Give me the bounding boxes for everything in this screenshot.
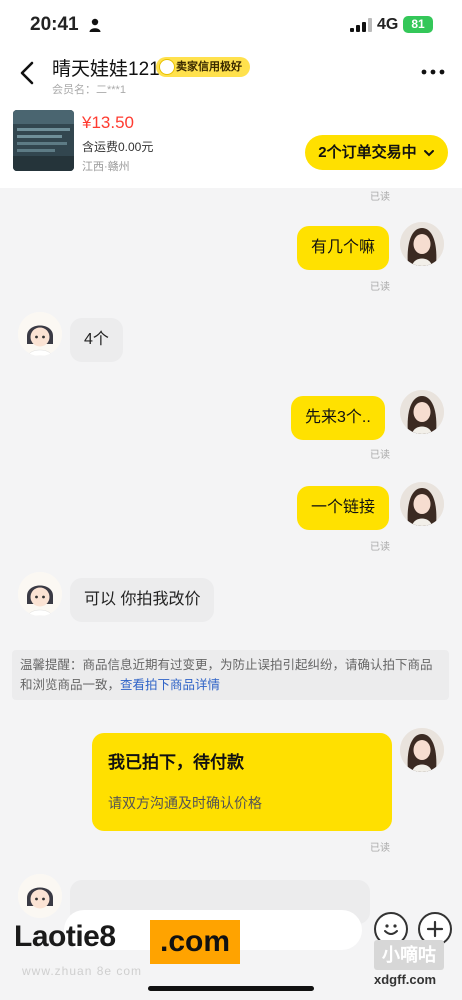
seller-credit-label: 卖家信用极好 <box>176 61 242 73</box>
avatar-me[interactable] <box>400 482 444 526</box>
chevron-down-icon <box>423 150 434 157</box>
avatar-other[interactable] <box>18 312 62 356</box>
watermark-sub: www.zhuan 8e com <box>22 964 143 978</box>
warm-reminder-notice: 温馨提醒：商品信息近期有过变更，为防止误拍引起纠纷，请确认拍下商品和浏览商品一致… <box>12 650 449 700</box>
person-icon <box>89 18 101 32</box>
shipping-fee: 含运费0.00元 <box>82 140 154 154</box>
orders-in-progress-button[interactable]: 2个订单交易中 <box>305 135 448 170</box>
message-bubble-other[interactable]: 可以 你拍我改价 <box>70 578 215 622</box>
signal-icon <box>350 18 372 32</box>
seller-credit-badge: 卖家信用极好 <box>156 57 250 77</box>
avatar-me[interactable] <box>400 390 444 434</box>
network-type: 4G <box>377 16 399 33</box>
avatar-me[interactable] <box>400 222 444 266</box>
message-bubble-me[interactable]: 有几个嘛 <box>297 226 390 270</box>
avatar-other[interactable] <box>18 572 62 616</box>
home-indicator <box>148 986 314 991</box>
bottom-bar: Laotie8 .com www.zhuan 8e com 小嘀咕 xdgff.… <box>0 902 462 1000</box>
watermark-domain: .com <box>150 920 241 964</box>
chat-header: 晴天娃娃121 卖家信用极好 会员名：二***1 <box>0 48 462 100</box>
top-panel: 20:41 4G 81 晴天娃娃121 卖家信用极好 会员名：二***1 ¥13… <box>0 0 462 188</box>
watermark-brand: Laotie8 <box>14 920 116 953</box>
message-bubble-other[interactable]: 4个 <box>70 318 123 362</box>
status-time: 20:41 <box>30 14 79 35</box>
battery-indicator: 81 <box>403 16 433 33</box>
message-bubble-me[interactable]: 一个链接 <box>297 486 390 530</box>
read-receipt: 已读 <box>370 192 390 203</box>
sheep-icon <box>159 59 175 75</box>
read-receipt: 已读 <box>370 282 390 293</box>
back-arrow-icon[interactable] <box>16 60 38 86</box>
chat-title[interactable]: 晴天娃娃121 <box>52 54 160 81</box>
watermark-xdgff: 小嘀咕 xdgff.com <box>374 940 454 988</box>
order-status-card[interactable]: 我已拍下，待付款 请双方沟通及时确认价格 <box>92 733 392 831</box>
order-card-desc: 请双方沟通及时确认价格 <box>108 795 262 811</box>
status-bar: 20:41 4G 81 <box>0 0 462 48</box>
read-receipt: 已读 <box>370 542 390 553</box>
view-ordered-item-link[interactable]: 查看拍下商品详情 <box>120 678 220 692</box>
watermark-laotie8: Laotie8 .com www.zhuan 8e com <box>6 920 250 980</box>
order-card-title: 我已拍下，待付款 <box>108 753 244 772</box>
read-receipt: 已读 <box>370 843 390 854</box>
product-summary[interactable]: ¥13.50 含运费0.00元 江西·赣州 2个订单交易中 <box>0 100 462 188</box>
more-icon[interactable] <box>420 64 446 80</box>
message-bubble-me[interactable]: 先来3个.. <box>291 396 385 440</box>
chat-area[interactable]: 已读 有几个嘛 已读 4个 先来3个.. 已读 一个链接 已读 可以 你拍我改价… <box>0 188 462 1000</box>
watermark-right-cn: 小嘀咕 <box>374 940 444 970</box>
read-receipt: 已读 <box>370 450 390 461</box>
product-thumbnail[interactable] <box>13 110 74 171</box>
avatar-me[interactable] <box>400 728 444 772</box>
reminder-text: 温馨提醒：商品信息近期有过变更，为防止误拍引起纠纷，请确认拍下商品和浏览商品一致… <box>20 658 433 692</box>
product-price: ¥13.50 <box>82 113 134 132</box>
watermark-right-url: xdgff.com <box>374 972 437 987</box>
seller-location: 江西·赣州 <box>82 161 130 173</box>
orders-button-label: 2个订单交易中 <box>318 144 417 161</box>
member-name: 会员名：二***1 <box>52 84 126 96</box>
